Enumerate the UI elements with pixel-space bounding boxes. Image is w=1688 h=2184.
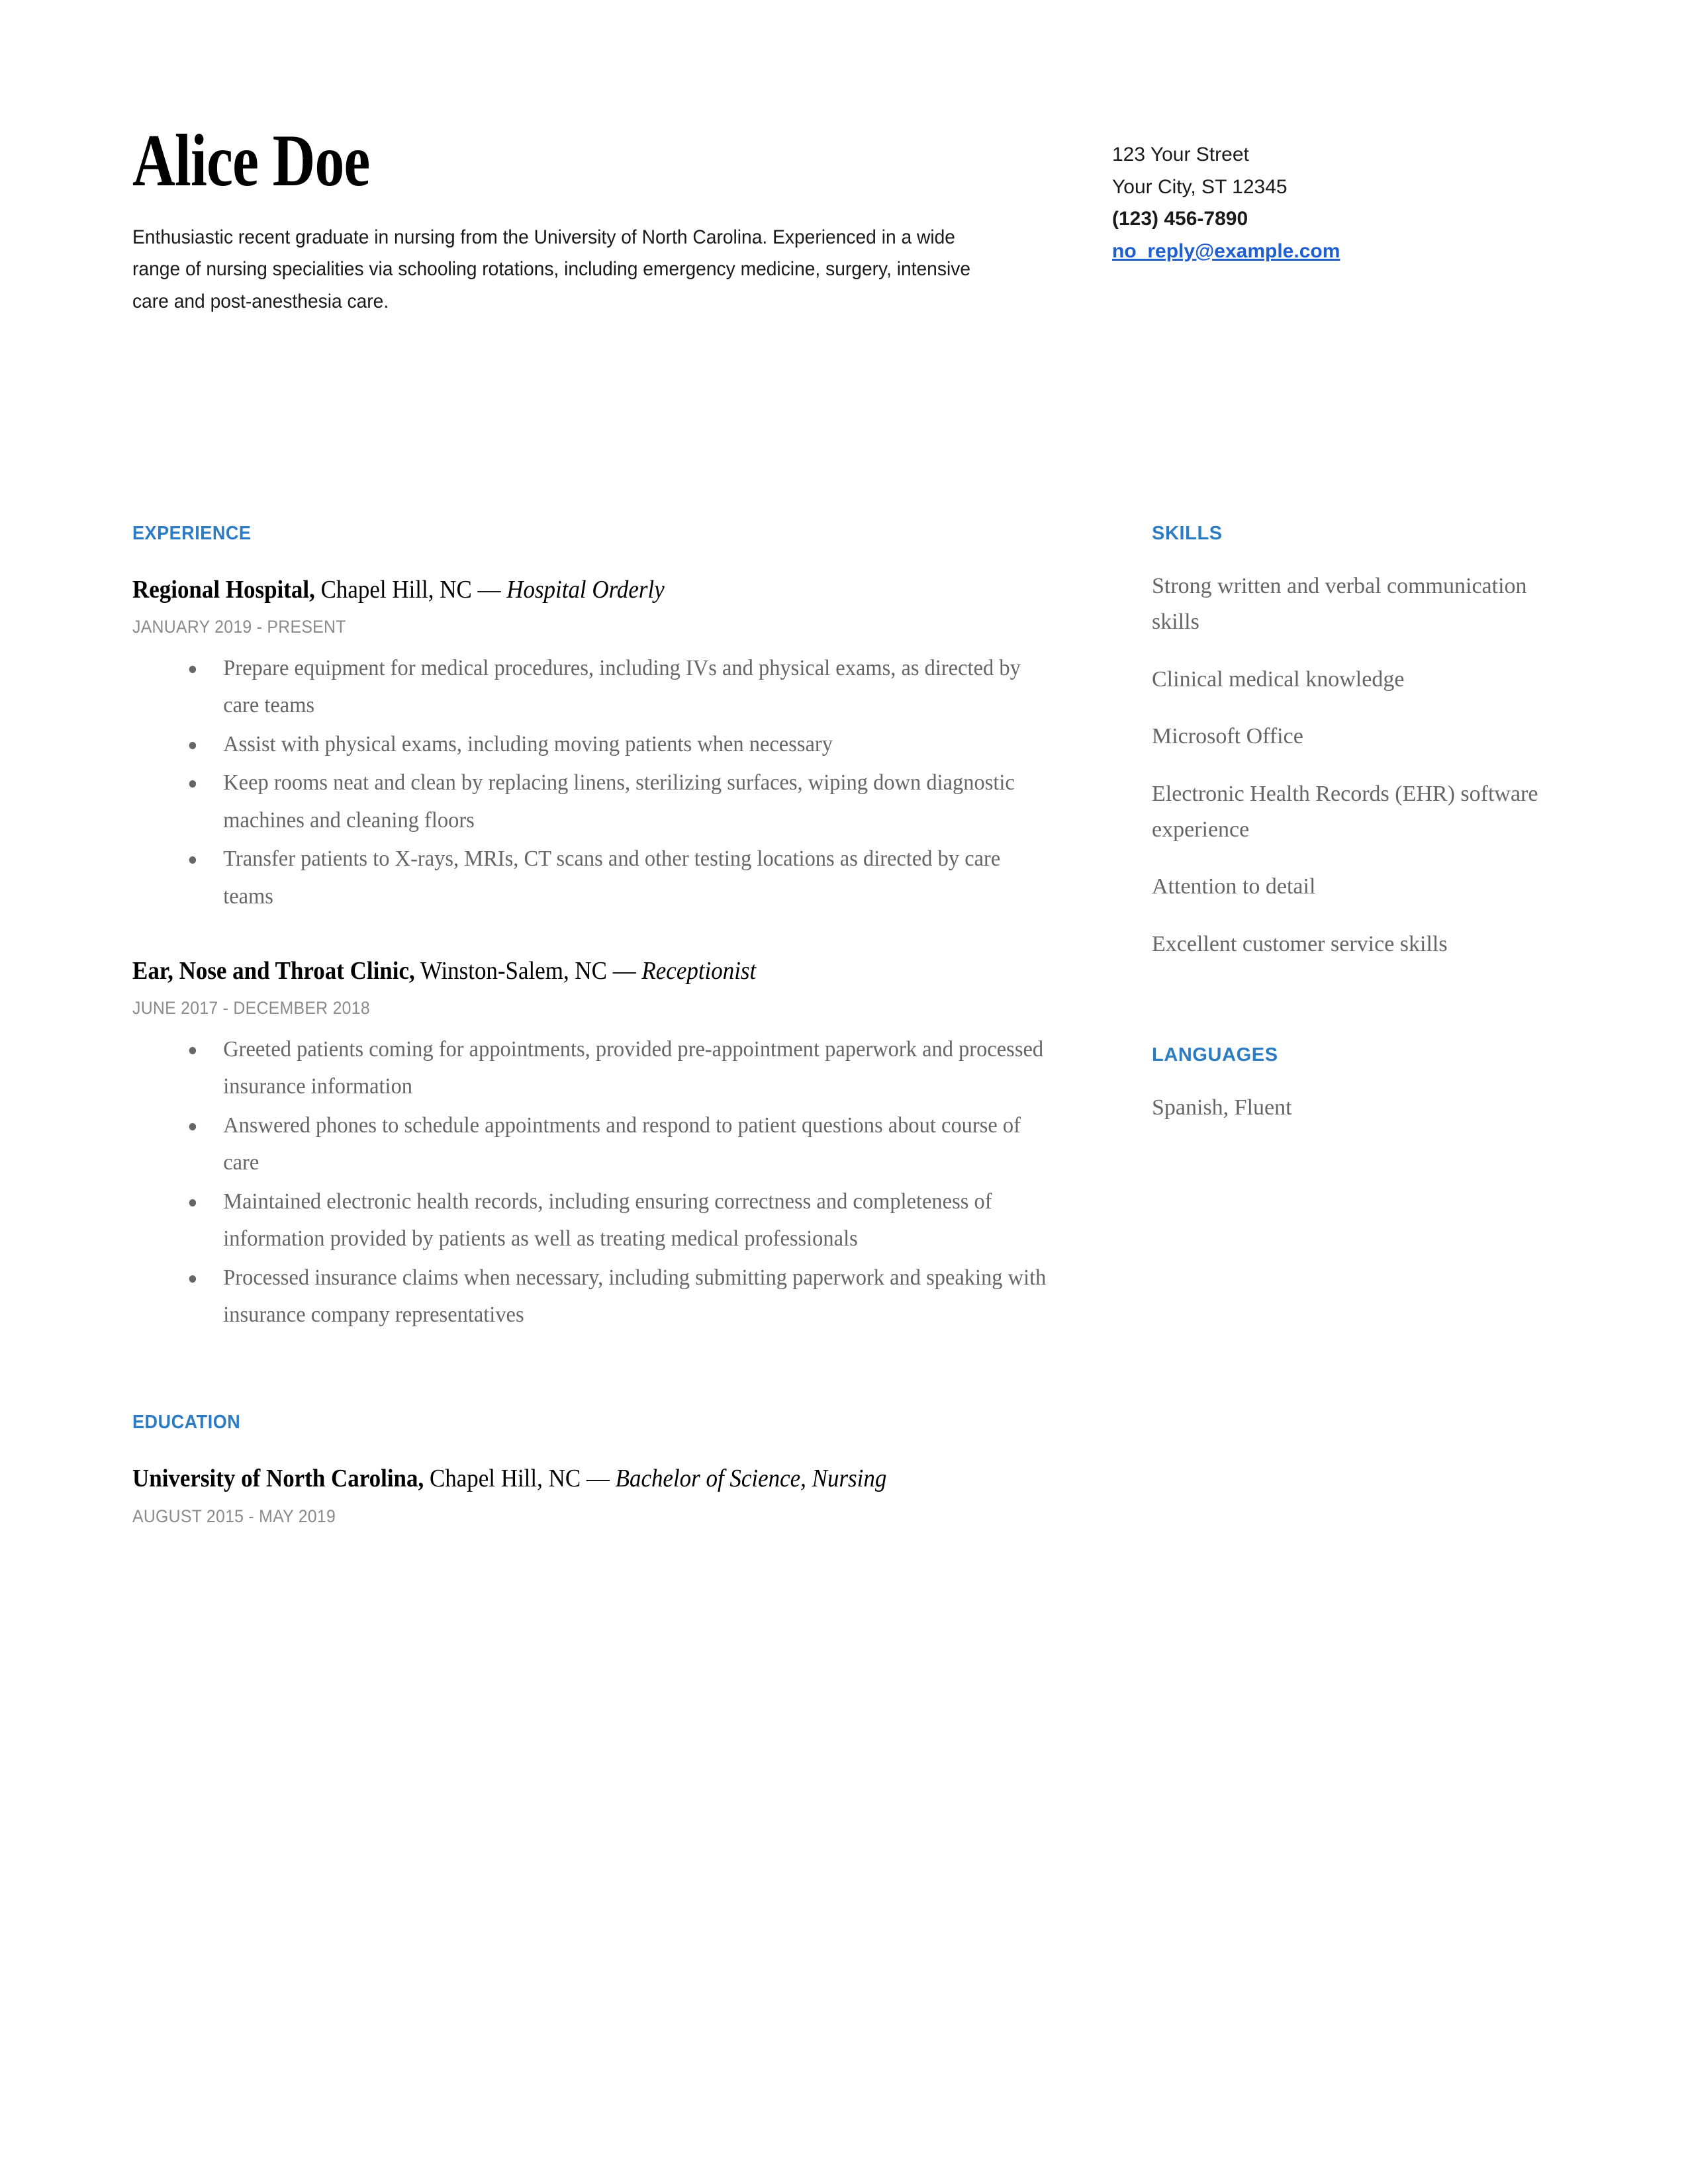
experience-role: Receptionist [641, 957, 757, 985]
skill-item: Excellent customer service skills [1152, 931, 1448, 956]
list-item: Processed insurance claims when necessar… [184, 1259, 1051, 1334]
list-item: Answered phones to schedule appointments… [184, 1107, 1051, 1182]
education-section: EDUCATION University of North Carolina, … [132, 1412, 1039, 1529]
education-entry-heading: University of North Carolina, Chapel Hil… [132, 1461, 1034, 1496]
education-date-range: AUGUST 2015 - MAY 2019 [132, 1506, 336, 1526]
education-location: Chapel Hill, NC — [424, 1465, 616, 1493]
education-entry: University of North Carolina, Chapel Hil… [132, 1461, 1039, 1529]
professional-summary: Enthusiastic recent graduate in nursing … [132, 226, 971, 312]
contact-phone: (123) 456-7890 [1112, 208, 1248, 230]
experience-location: Winston-Salem, NC — [414, 957, 642, 985]
experience-entry: Regional Hospital, Chapel Hill, NC — Hos… [132, 572, 1039, 915]
experience-section-title: EXPERIENCE [132, 523, 252, 544]
main-column: EXPERIENCE Regional Hospital, Chapel Hil… [132, 523, 1046, 1539]
experience-location: Chapel Hill, NC — [314, 576, 507, 604]
resume-page: Alice Doe Enthusiastic recent graduate i… [0, 0, 1688, 2184]
experience-section: EXPERIENCE Regional Hospital, Chapel Hil… [132, 523, 1046, 1334]
contact-street: 123 Your Street [1112, 144, 1249, 165]
languages-section-title: LANGUAGES [1152, 1044, 1278, 1066]
resume-header: Alice Doe Enthusiastic recent graduate i… [132, 122, 1556, 318]
experience-organization: Regional Hospital, [132, 576, 315, 604]
skill-item: Strong written and verbal communication … [1152, 574, 1527, 635]
experience-entry-heading: Ear, Nose and Throat Clinic, Winston-Sal… [132, 954, 1034, 988]
education-organization: University of North Carolina, [132, 1465, 424, 1493]
resume-body: EXPERIENCE Regional Hospital, Chapel Hil… [132, 523, 1562, 1539]
sidebar-column: SKILLS Strong written and verbal communi… [1152, 523, 1562, 1148]
list-item: Assist with physical exams, including mo… [184, 726, 1051, 763]
experience-organization: Ear, Nose and Throat Clinic, [132, 957, 415, 985]
experience-role: Hospital Orderly [506, 576, 665, 604]
experience-bullet-list: Greeted patients coming for appointments… [132, 1031, 1046, 1334]
page-title: Alice Doe [132, 120, 370, 202]
experience-bullet-list: Prepare equipment for medical procedures… [132, 650, 1039, 915]
experience-entry-heading: Regional Hospital, Chapel Hill, NC — Hos… [132, 572, 1034, 607]
list-item: Prepare equipment for medical procedures… [184, 650, 1051, 725]
skills-section: SKILLS Strong written and verbal communi… [1152, 523, 1562, 962]
header-left-block: Alice Doe Enthusiastic recent graduate i… [132, 122, 1059, 318]
experience-date-range: JUNE 2017 - DECEMBER 2018 [132, 998, 370, 1019]
contact-city-state-zip: Your City, ST 12345 [1112, 175, 1288, 198]
list-item: Transfer patients to X-rays, MRIs, CT sc… [184, 841, 1051, 915]
skill-item: Electronic Health Records (EHR) software… [1152, 781, 1538, 842]
skill-item: Attention to detail [1152, 874, 1316, 899]
list-item: Keep rooms neat and clean by replacing l… [184, 764, 1051, 839]
contact-block: 123 Your Street Your City, ST 12345 (123… [1112, 122, 1536, 267]
language-item: Spanish, Fluent [1152, 1095, 1292, 1120]
skills-section-title: SKILLS [1152, 523, 1223, 544]
education-degree: Bachelor of Science, Nursing [615, 1465, 887, 1493]
list-item: Maintained electronic health records, in… [184, 1183, 1051, 1258]
education-section-title: EDUCATION [132, 1412, 241, 1433]
list-item: Greeted patients coming for appointments… [184, 1031, 1051, 1106]
skill-item: Microsoft Office [1152, 724, 1303, 749]
skill-item: Clinical medical knowledge [1152, 666, 1405, 692]
experience-entry: Ear, Nose and Throat Clinic, Winston-Sal… [132, 954, 1046, 1334]
contact-email-link[interactable]: no_reply@example.com [1112, 236, 1340, 268]
languages-section: LANGUAGES Spanish, Fluent [1152, 1044, 1562, 1126]
experience-date-range: JANUARY 2019 - PRESENT [132, 617, 346, 637]
